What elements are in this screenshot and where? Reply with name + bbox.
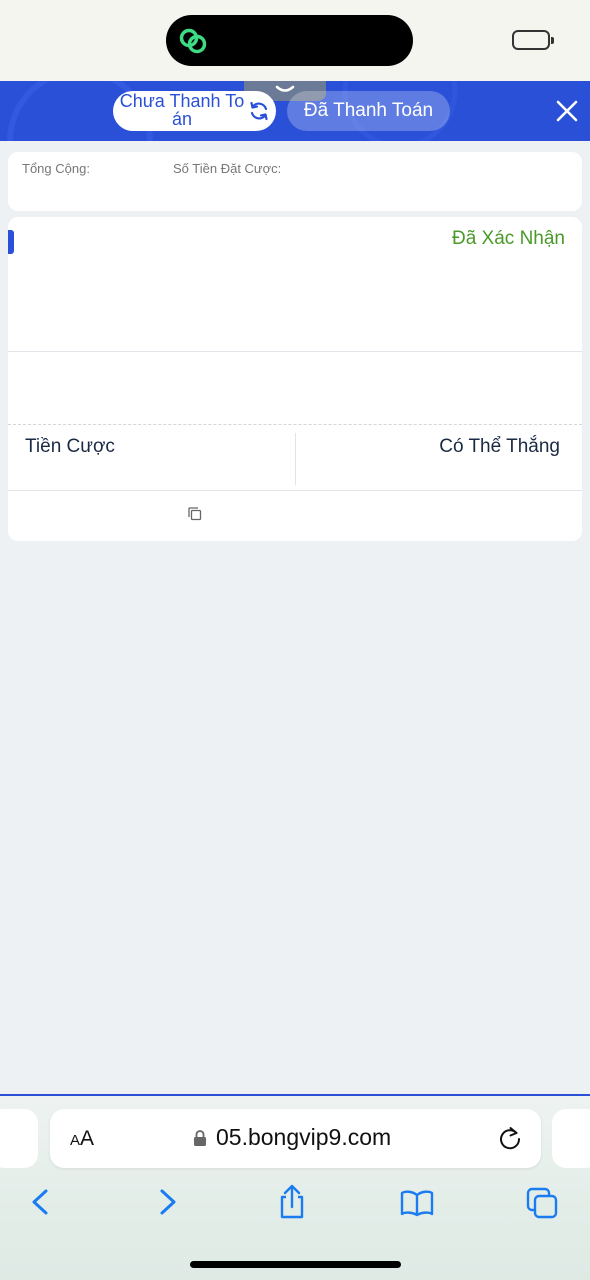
tab-paid[interactable]: Đã Thanh Toán	[287, 91, 450, 131]
chevron-down-icon	[275, 85, 295, 92]
text-size-small: A	[70, 1132, 81, 1149]
address-bar[interactable]: AA 05.bongvip9.com	[50, 1109, 541, 1168]
refresh-icon[interactable]	[247, 99, 271, 123]
forward-icon[interactable]	[151, 1184, 185, 1220]
potential-win-label: Có Thể Thắng	[439, 436, 560, 457]
vertical-divider	[295, 433, 296, 485]
tab-unpaid-label: Chưa Thanh Toán	[119, 91, 245, 129]
previous-tab-preview[interactable]	[0, 1109, 38, 1168]
home-indicator[interactable]	[190, 1261, 401, 1268]
divider	[8, 490, 582, 491]
dashed-divider	[8, 424, 582, 425]
bet-card: Đã Xác Nhận Tiền Cược Có Thể Thắng	[8, 217, 582, 541]
summary-card: Tổng Cộng: Số Tiền Đặt Cược:	[8, 152, 582, 211]
divider	[8, 351, 582, 352]
battery-icon	[512, 30, 554, 50]
back-icon[interactable]	[23, 1184, 57, 1220]
link-icon	[179, 28, 207, 54]
stake-amount-label: Số Tiền Đặt Cược:	[173, 161, 282, 176]
text-size-button[interactable]: AA	[70, 1127, 94, 1151]
close-icon[interactable]	[552, 96, 582, 126]
next-tab-preview[interactable]	[552, 1109, 590, 1168]
url-text[interactable]: 05.bongvip9.com	[216, 1124, 391, 1151]
tabs-icon[interactable]	[525, 1184, 559, 1220]
dynamic-island	[166, 15, 413, 66]
lock-icon	[194, 1130, 206, 1146]
bet-status: Đã Xác Nhận	[451, 228, 565, 249]
status-bar	[0, 0, 590, 81]
reload-icon[interactable]	[497, 1125, 523, 1151]
bookmarks-icon[interactable]	[400, 1184, 434, 1220]
bet-accent-marker	[8, 230, 14, 254]
text-size-large: A	[80, 1127, 95, 1150]
tab-unpaid[interactable]: Chưa Thanh Toán	[113, 91, 276, 131]
share-icon[interactable]	[275, 1184, 309, 1220]
copy-icon[interactable]	[187, 506, 203, 522]
stake-label: Tiền Cược	[25, 436, 115, 457]
total-label: Tổng Cộng:	[22, 161, 90, 176]
